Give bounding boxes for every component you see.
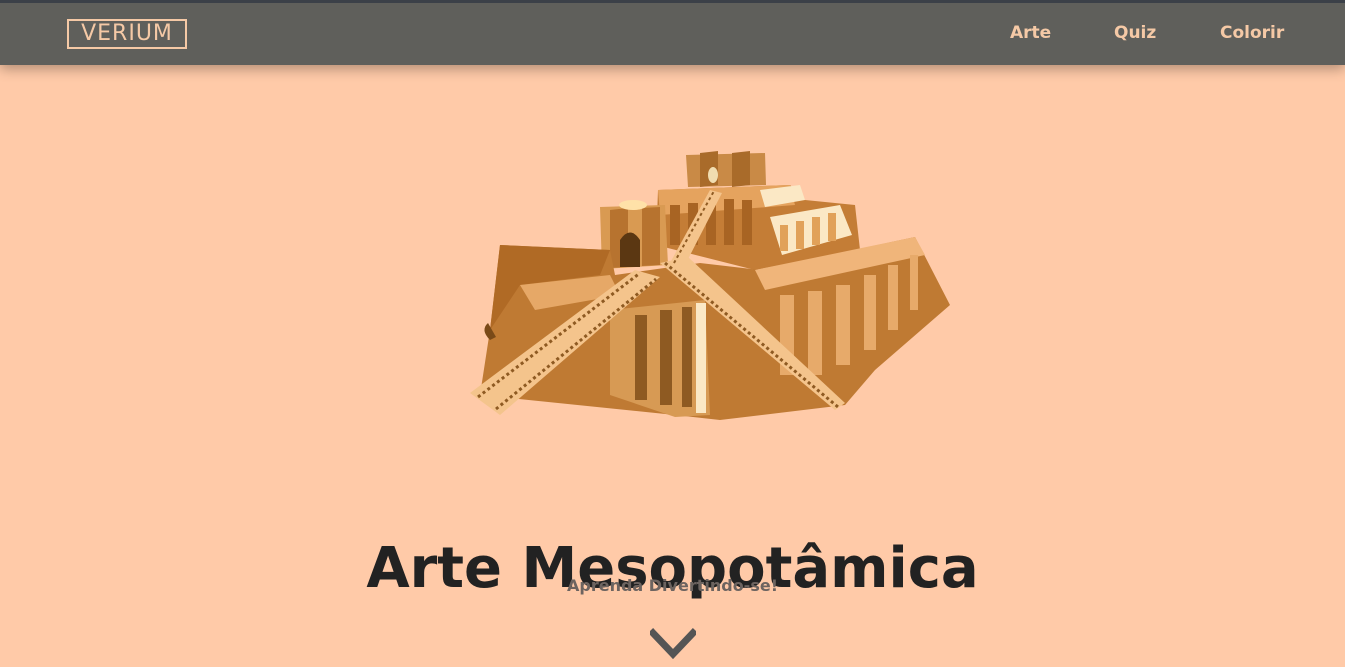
nav-link-colorir[interactable]: Colorir: [1220, 23, 1284, 43]
logo-text-start: VER: [81, 21, 129, 46]
page-subtitle: Aprenda Divertindo-se!: [566, 576, 778, 595]
logo-text-mid: I: [128, 21, 136, 46]
nav-link-quiz[interactable]: Quiz: [1114, 23, 1156, 43]
top-navbar: VER I UM Arte Quiz Colorir: [0, 0, 1345, 65]
chevron-down-icon[interactable]: [648, 628, 698, 662]
nav-link-arte[interactable]: Arte: [1010, 23, 1051, 43]
verium-logo[interactable]: VER I UM: [67, 19, 187, 49]
logo-text-end: UM: [135, 21, 173, 46]
ziggurat-illustration: [460, 145, 960, 425]
